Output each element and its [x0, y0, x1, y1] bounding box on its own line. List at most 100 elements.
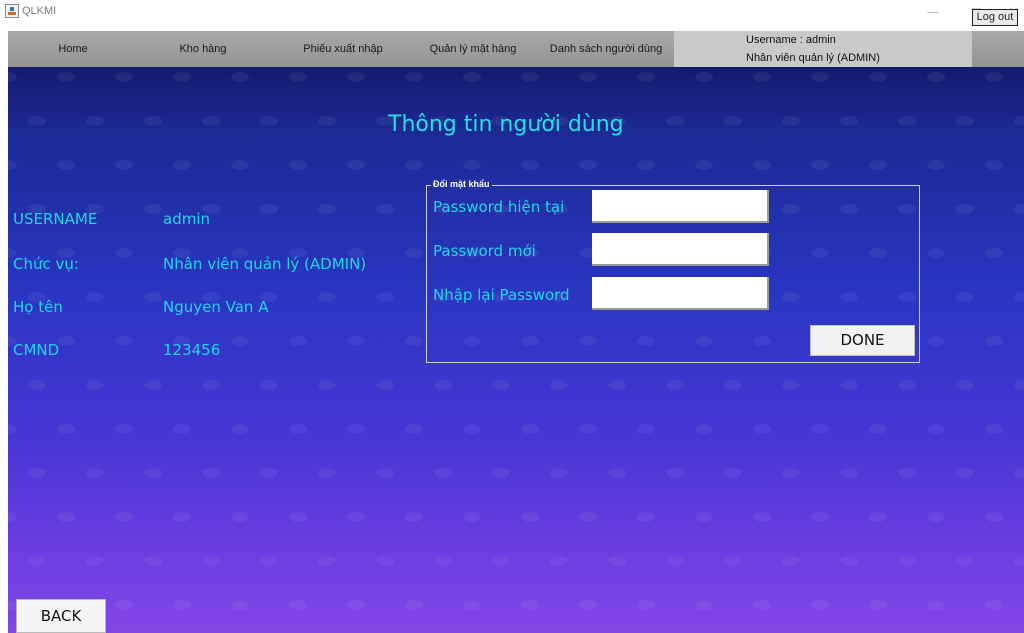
- background-dot: [956, 292, 974, 302]
- background-dot: [318, 380, 336, 390]
- background-dot: [260, 204, 278, 214]
- background-dot: [173, 424, 191, 434]
- background-dot: [347, 72, 365, 82]
- background-dot: [260, 468, 278, 478]
- menu-item-danh-sach-nguoi-dung[interactable]: Danh sách người dùng: [541, 31, 671, 67]
- position-label: Chức vụ:: [13, 255, 79, 273]
- background-dot: [840, 116, 858, 126]
- logout-button[interactable]: Log out: [972, 9, 1018, 26]
- background-dot: [8, 512, 17, 522]
- background-dot: [289, 336, 307, 346]
- change-password-group: Đổi mật khẩu Password hiện tại Password …: [426, 179, 920, 363]
- background-dot: [115, 424, 133, 434]
- background-dot: [86, 468, 104, 478]
- background-dot: [695, 600, 713, 610]
- background-dot: [347, 160, 365, 170]
- background-dot: [289, 600, 307, 610]
- background-dot: [579, 512, 597, 522]
- background-dot: [57, 160, 75, 170]
- background-dot: [347, 424, 365, 434]
- app-window: QLKMI — ✕ Home Kho hàng Phiếu xuất nhập …: [0, 0, 1024, 633]
- background-dot: [318, 556, 336, 566]
- background-dot: [463, 72, 481, 82]
- background-dot: [550, 468, 568, 478]
- background-dot: [1014, 468, 1024, 478]
- background-dot: [8, 160, 17, 170]
- menu-item-kho-hang[interactable]: Kho hàng: [153, 31, 253, 67]
- back-button[interactable]: BACK: [16, 599, 106, 633]
- background-dot: [173, 512, 191, 522]
- background-dot: [927, 72, 945, 82]
- fullname-label: Họ tên: [13, 298, 63, 316]
- background-dot: [57, 424, 75, 434]
- background-dot: [724, 380, 742, 390]
- background-dot: [811, 512, 829, 522]
- background-dot: [869, 512, 887, 522]
- background-dot: [144, 380, 162, 390]
- background-dot: [927, 424, 945, 434]
- menu-item-phieu-xuat-nhap[interactable]: Phiếu xuất nhập: [288, 31, 398, 67]
- background-dot: [231, 160, 249, 170]
- background-dot: [521, 600, 539, 610]
- background-dot: [579, 600, 597, 610]
- background-dot: [927, 160, 945, 170]
- background-dot: [376, 204, 394, 214]
- background-dot: [57, 72, 75, 82]
- background-dot: [463, 600, 481, 610]
- background-dot: [1014, 292, 1024, 302]
- confirm-password-input[interactable]: [592, 277, 769, 310]
- background-dot: [608, 468, 626, 478]
- done-button[interactable]: DONE: [810, 325, 915, 356]
- background-dot: [202, 468, 220, 478]
- background-dot: [753, 424, 771, 434]
- background-dot: [724, 116, 742, 126]
- background-dot: [927, 248, 945, 258]
- background-dot: [956, 380, 974, 390]
- menu-bar: Home Kho hàng Phiếu xuất nhập Quản lý mặ…: [8, 31, 1024, 67]
- background-dot: [202, 116, 220, 126]
- background-dot: [86, 116, 104, 126]
- background-dot: [695, 512, 713, 522]
- background-dot: [376, 468, 394, 478]
- background-dot: [666, 468, 684, 478]
- background-dot: [956, 468, 974, 478]
- background-dot: [637, 600, 655, 610]
- background-dot: [8, 72, 17, 82]
- background-dot: [376, 292, 394, 302]
- title-bar[interactable]: QLKMI — ✕: [0, 0, 1024, 31]
- background-dot: [521, 160, 539, 170]
- current-password-input[interactable]: [592, 190, 769, 223]
- background-dot: [637, 424, 655, 434]
- background-dot: [86, 556, 104, 566]
- background-dot: [86, 380, 104, 390]
- background-dot: [231, 424, 249, 434]
- background-dot: [521, 512, 539, 522]
- background-dot: [1014, 204, 1024, 214]
- current-password-label: Password hiện tại: [433, 198, 565, 216]
- background-dot: [57, 336, 75, 346]
- background-dot: [434, 380, 452, 390]
- menu-item-home[interactable]: Home: [38, 31, 108, 67]
- background-dot: [347, 336, 365, 346]
- background-dot: [318, 468, 336, 478]
- background-dot: [115, 600, 133, 610]
- background-dot: [956, 116, 974, 126]
- minimize-button[interactable]: —: [919, 4, 947, 22]
- new-password-input[interactable]: [592, 233, 769, 266]
- menu-item-quan-ly-mat-hang[interactable]: Quản lý mặt hàng: [418, 31, 528, 67]
- content-area: Thông tin người dùng USERNAME admin Chức…: [8, 67, 1024, 633]
- background-dot: [173, 600, 191, 610]
- background-dot: [579, 424, 597, 434]
- background-dot: [608, 556, 626, 566]
- background-dot: [144, 468, 162, 478]
- background-dot: [637, 72, 655, 82]
- background-dot: [347, 512, 365, 522]
- background-dot: [985, 72, 1003, 82]
- background-dot: [666, 116, 684, 126]
- background-dot: [28, 556, 46, 566]
- current-username: Username : admin: [746, 34, 836, 46]
- background-dot: [811, 600, 829, 610]
- background-dot: [666, 556, 684, 566]
- background-dot: [405, 160, 423, 170]
- background-dot: [405, 512, 423, 522]
